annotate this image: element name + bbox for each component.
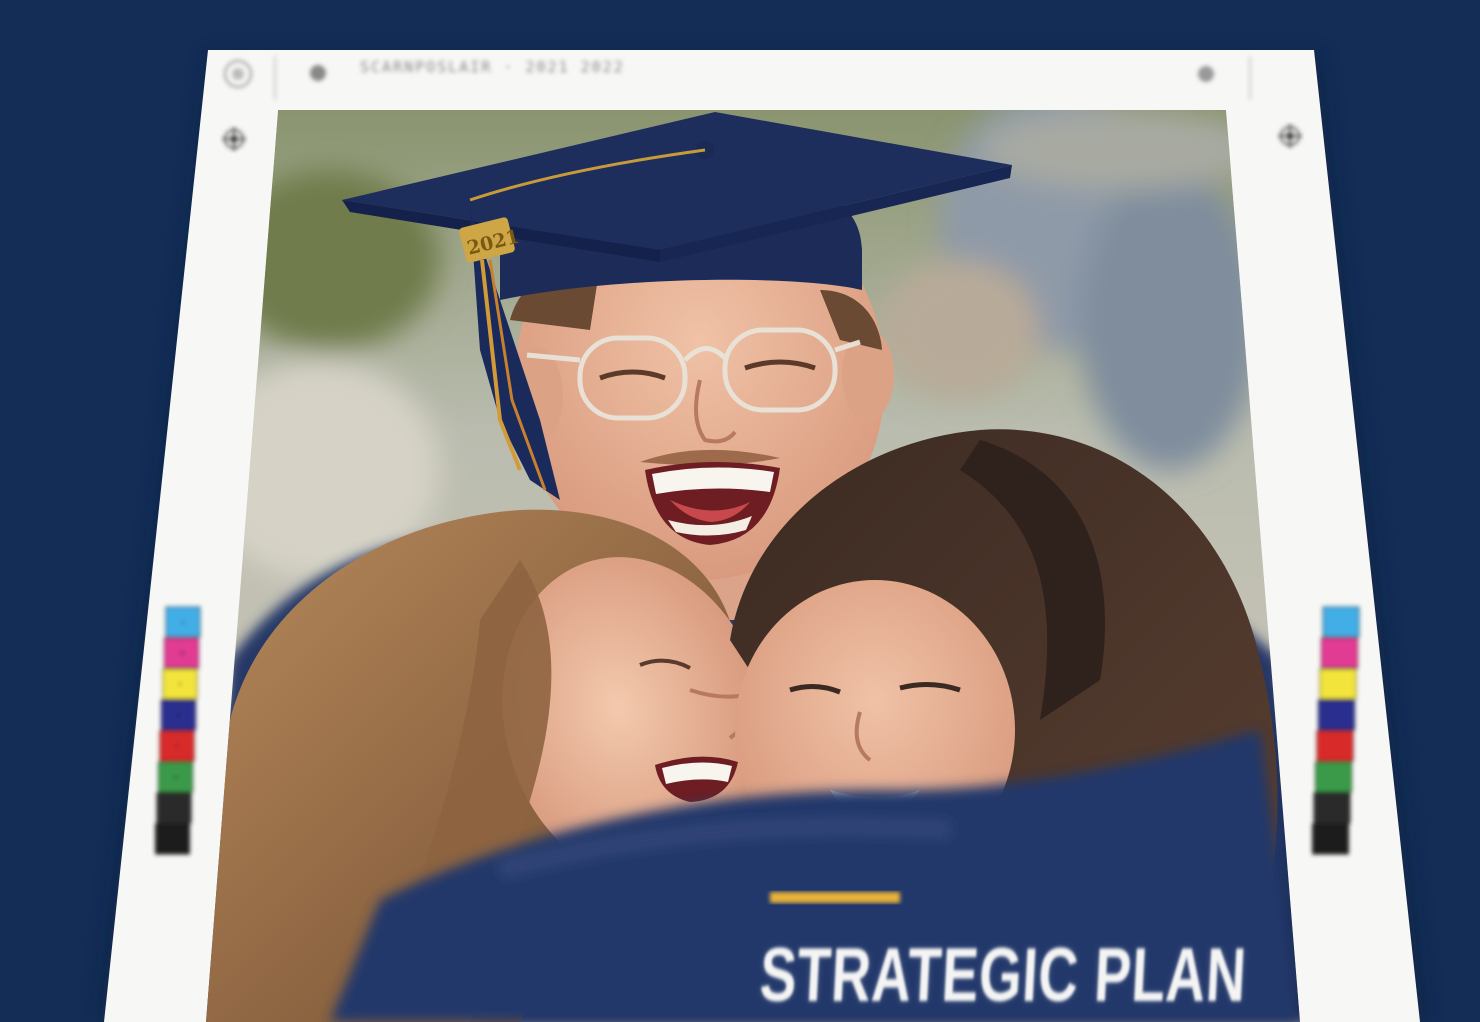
- color-swatch-letter: Y: [177, 682, 182, 689]
- color-swatch: [1318, 699, 1355, 731]
- proof-stage: 2021 C M Y K R G SCARNPOSLAIR · 2021 202…: [0, 0, 1480, 1022]
- color-swatch: [156, 792, 192, 824]
- proof-sheet: 2021 CMYKRG: [100, 50, 1425, 1022]
- proof-slug-text: SCARNPOSLAIR · 2021 2022: [360, 58, 625, 76]
- color-swatch: [1319, 668, 1357, 700]
- cover-title: STRATEGIC PLAN: [757, 933, 1249, 1018]
- color-swatch-letter: C: [181, 620, 185, 627]
- color-swatch-letter: R: [175, 744, 179, 751]
- color-swatch: [1312, 823, 1349, 855]
- color-swatch-letter: M: [180, 651, 185, 658]
- color-swatch: [1315, 761, 1352, 793]
- color-swatch: [1313, 792, 1351, 824]
- color-swatch-letter: G: [174, 775, 179, 782]
- color-swatch: [1321, 637, 1358, 669]
- color-swatch: [155, 823, 190, 855]
- color-swatch: [1316, 730, 1354, 762]
- color-swatch: [1322, 606, 1360, 638]
- cover-photo: 2021: [206, 110, 1300, 1022]
- title-accent-bar: [770, 892, 900, 903]
